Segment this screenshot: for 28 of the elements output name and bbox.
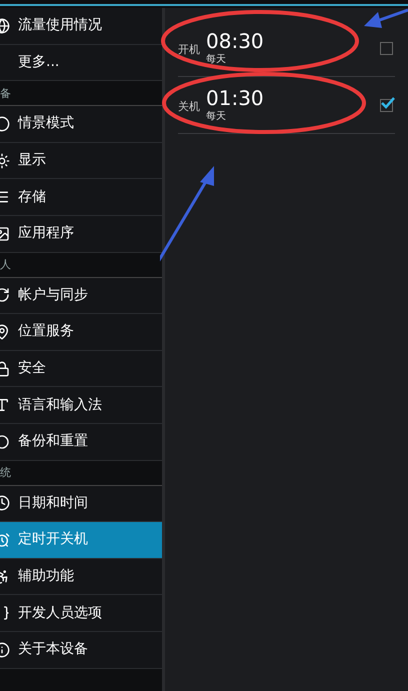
settings-item[interactable]: 帐户与同步 (0, 278, 162, 314)
schedule-time: 08:30 (206, 30, 264, 52)
checkbox[interactable] (380, 98, 393, 112)
settings-item[interactable]: 存储 (0, 179, 162, 216)
settings-item[interactable]: 位置服务 (0, 314, 162, 351)
settings-item[interactable]: 流量使用情况 (0, 8, 162, 45)
checkbox[interactable] (380, 42, 393, 54)
section-header: 统 (0, 465, 11, 482)
settings-item[interactable]: 日期和时间 (0, 486, 162, 522)
settings-item[interactable]: 定时开关机 (0, 522, 162, 559)
repeat-text: 每天 (206, 110, 227, 124)
settings-item[interactable]: 安全 (0, 350, 162, 388)
settings-item[interactable]: 关于本设备 (0, 632, 162, 668)
section-header: 人 (0, 257, 11, 274)
settings-item[interactable]: 辅助功能 (0, 558, 162, 596)
settings-item[interactable]: 语言和输入法 (0, 387, 162, 424)
annotation-arrow (364, 8, 408, 28)
settings-item[interactable]: 应用程序 (0, 216, 162, 253)
settings-item[interactable]: 备份和重置 (0, 424, 162, 461)
repeat-text: 每天 (206, 52, 227, 66)
settings-item[interactable]: 开发人员选项 (0, 595, 162, 632)
settings-item[interactable]: 情景模式 (0, 106, 162, 143)
schedule-label: 开机 (178, 42, 200, 58)
schedule-label: 关机 (178, 98, 200, 115)
settings-item[interactable]: 更多... (0, 44, 162, 82)
settings-item[interactable]: 显示 (0, 142, 162, 180)
section-header: 备 (0, 86, 11, 102)
schedule-time: 01:30 (206, 86, 264, 108)
